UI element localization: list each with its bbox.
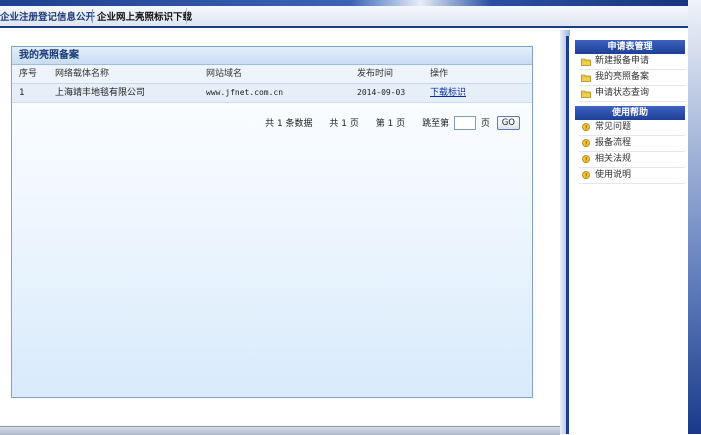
help-bulb-icon: ? <box>582 123 590 131</box>
row-carrier-name: 上海靖丰地毯有限公司 <box>55 88 146 98</box>
column-header-action: 操作 <box>430 69 449 79</box>
column-header-index: 序号 <box>19 69 38 79</box>
sidebar-item-label: 报备流程 <box>595 138 632 148</box>
tab-divider <box>186 8 187 24</box>
window-edge <box>688 0 701 434</box>
sidebar-item-label: 常见问题 <box>595 122 632 132</box>
help-bulb-icon: ? <box>582 139 590 147</box>
folder-icon <box>581 58 591 66</box>
svg-text:?: ? <box>585 141 588 147</box>
sidebar-item-label: 新建报备申请 <box>595 56 650 66</box>
row-domain: www.jfnet.com.cn <box>206 88 284 97</box>
sidebar-section-apply: 申请表管理 <box>575 40 685 54</box>
column-header-date: 发布时间 <box>357 69 394 79</box>
svg-text:?: ? <box>585 157 588 163</box>
tab-separator <box>92 9 93 23</box>
sidebar-item-label: 我的亮照备案 <box>595 72 650 82</box>
table-header: 序号 网络载体名称 网站域名 发布时间 操作 <box>12 65 532 84</box>
svg-text:?: ? <box>585 125 588 131</box>
folder-icon <box>581 90 591 98</box>
tab-public-info[interactable]: 企业注册登记信息公开 <box>0 9 95 23</box>
row-publish-date: 2014-09-03 <box>357 88 406 97</box>
sidebar-item-label: 使用说明 <box>595 170 632 180</box>
panel-title: 我的亮照备案 <box>12 47 532 65</box>
sidebar-item-faq[interactable]: ? 常见问题 <box>579 120 685 136</box>
sidebar-section-help: 使用帮助 <box>575 106 685 120</box>
pager-jump-unit: 页 <box>480 118 490 129</box>
sidebar-item-label: 相关法规 <box>595 154 632 164</box>
pager-pages: 共 1 页 <box>329 118 359 129</box>
sidebar: 申请表管理 新建报备申请 我的亮照备案 申请状态查询 使用帮助 ? 常见问题 ?… <box>566 36 694 434</box>
sidebar-item-filing-process[interactable]: ? 报备流程 <box>579 136 685 152</box>
go-button[interactable]: GO <box>496 116 520 130</box>
sidebar-item-label: 申请状态查询 <box>595 88 650 98</box>
tab-download[interactable]: 企业网上亮照标识下载 <box>97 9 192 23</box>
download-badge-link[interactable]: 下载标识 <box>430 84 466 102</box>
pager-total: 共 1 条数据 <box>265 118 313 129</box>
sidebar-item-my-filings[interactable]: 我的亮照备案 <box>579 70 685 86</box>
page-jump-input[interactable] <box>453 116 476 130</box>
svg-text:?: ? <box>585 173 588 179</box>
column-header-name: 网络载体名称 <box>55 69 110 79</box>
license-filing-panel: 我的亮照备案 序号 网络载体名称 网站域名 发布时间 操作 1 上海靖丰地毯有限… <box>11 46 533 398</box>
table-row: 1 上海靖丰地毯有限公司 www.jfnet.com.cn 2014-09-03… <box>12 84 532 103</box>
sidebar-item-status-query[interactable]: 申请状态查询 <box>579 86 685 102</box>
sidebar-item-regulations[interactable]: ? 相关法规 <box>579 152 685 168</box>
folder-icon <box>581 74 591 82</box>
sidebar-item-new-filing[interactable]: 新建报备申请 <box>579 54 685 70</box>
pagination: 共 1 条数据 共 1 页 第 1 页 跳至第 页 GO <box>265 116 520 130</box>
pager-current: 第 1 页 <box>375 118 406 129</box>
help-bulb-icon: ? <box>582 171 590 179</box>
column-header-domain: 网站域名 <box>206 69 243 79</box>
help-bulb-icon: ? <box>582 155 590 163</box>
pager-jump-label: 跳至第 <box>422 118 450 129</box>
tab-bar: 企业注册登记信息公开 企业网上亮照标识下载 <box>0 6 701 28</box>
sidebar-item-instructions[interactable]: ? 使用说明 <box>579 168 685 184</box>
row-index: 1 <box>19 88 25 98</box>
